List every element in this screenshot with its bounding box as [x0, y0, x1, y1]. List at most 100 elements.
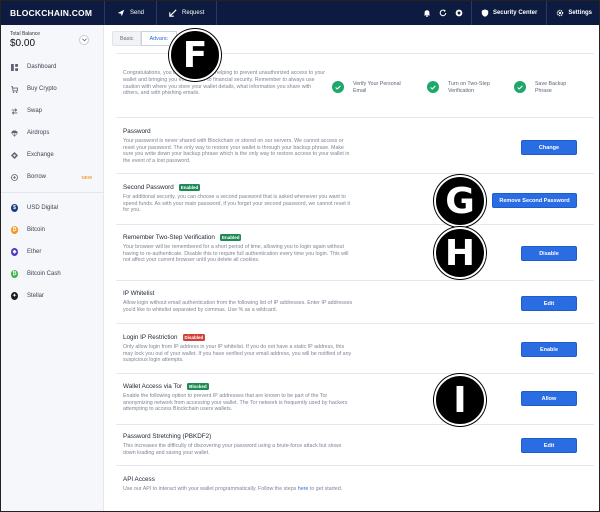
section-description: Only allow login from IP address in your… [123, 344, 352, 364]
step-label: Verify Your Personal Email [353, 81, 401, 94]
section-description: Use our API to interact with your wallet… [123, 486, 343, 492]
topbar-divider [216, 1, 218, 25]
section-login-ip-restriction: Login IP Restriction Disabled Only allow… [123, 334, 589, 364]
section-divider [116, 465, 594, 466]
sidebar-item-label: Airdrops [27, 130, 50, 136]
section-divider [116, 224, 594, 225]
checkmark-icon [332, 81, 344, 93]
settings-button[interactable]: Settings [547, 1, 599, 25]
sidebar-item-label: Bitcoin Cash [27, 271, 61, 277]
sidebar-item-stellar[interactable]: ✦ Stellar [1, 289, 104, 303]
sidebar-divider [1, 192, 104, 193]
sidebar-item-airdrops[interactable]: Airdrops [1, 126, 104, 140]
sidebar-item-borrow[interactable]: Borrow NEW [1, 170, 104, 184]
section-wallet-access-tor: Wallet Access via Tor Blocked Enable the… [123, 383, 589, 413]
marker-h: H [434, 227, 486, 279]
exchange-icon [11, 151, 18, 159]
balance-panel: Total Balance $0.00 [1, 25, 103, 49]
step-verify-email: Verify Your Personal Email [332, 81, 402, 94]
parachute-icon [11, 129, 18, 137]
shield-icon [481, 9, 489, 17]
security-tabs: Basic Advanc [112, 31, 178, 46]
edit-ip-whitelist-button[interactable]: Edit [521, 296, 577, 311]
gear-icon [557, 9, 564, 17]
request-icon [169, 9, 177, 17]
sidebar-item-label: Swap [27, 108, 43, 114]
allow-tor-button[interactable]: Allow [521, 391, 577, 406]
tab-basic[interactable]: Basic [112, 31, 142, 46]
refresh-icon[interactable] [439, 9, 447, 17]
sidebar-item-bitcoin-cash[interactable]: ₿ Bitcoin Cash [1, 267, 104, 281]
send-button[interactable]: Send [105, 1, 156, 25]
status-badge: Enabled [178, 184, 201, 191]
section-title: Login IP Restriction [123, 334, 178, 341]
section-title: IP Whitelist [123, 290, 155, 297]
bitcoin-icon: ₿ [11, 226, 18, 234]
dashboard-icon [11, 63, 18, 71]
status-badge: Disabled [182, 334, 206, 341]
edit-pbkdf2-button[interactable]: Edit [521, 438, 577, 453]
settings-label: Settings [568, 10, 592, 16]
sidebar-item-label: Dashboard [27, 64, 57, 70]
section-title: Second Password [123, 184, 174, 191]
send-label: Send [130, 10, 145, 16]
section-divider [116, 373, 594, 374]
section-divider [116, 117, 594, 118]
security-center-label: Security Center [492, 10, 538, 16]
balance-dropdown-toggle[interactable] [79, 35, 89, 45]
topbar-right: Security Center Settings [423, 1, 599, 25]
section-remember-two-step: Remember Two-Step Verification Enabled Y… [123, 234, 589, 264]
logo: BLOCKCHAIN.COM [10, 8, 93, 18]
checkmark-icon [514, 81, 526, 93]
status-badge: Enabled [219, 234, 242, 241]
bell-icon[interactable] [423, 9, 431, 17]
section-description: This increases the difficulty of discove… [123, 443, 342, 456]
step-backup-phrase: Save Backup Phrase [514, 81, 584, 94]
stellar-icon: ✦ [11, 292, 18, 300]
sidebar-item-usd-digital[interactable]: $ USD Digital [1, 201, 104, 215]
sidebar-item-bitcoin[interactable]: ₿ Bitcoin [1, 223, 104, 237]
bitcoin-cash-icon: ₿ [11, 270, 18, 278]
marker-g: G [434, 175, 486, 227]
step-label: Turn on Two-Step Verification [448, 81, 490, 94]
status-badge: Blocked [187, 383, 209, 390]
section-description: Your browser will be remembered for a sh… [123, 244, 349, 264]
section-title: Wallet Access via Tor [123, 383, 183, 390]
remove-second-password-button[interactable]: Remove Second Password [492, 193, 577, 208]
security-center-button[interactable]: Security Center [472, 1, 546, 25]
top-bar: BLOCKCHAIN.COM Send Request Security Cen… [1, 1, 599, 25]
swap-icon [11, 107, 18, 115]
marker-f: F [169, 29, 221, 81]
borrow-icon [11, 173, 18, 181]
intro-text: Congratulations, you the initial steps i… [123, 70, 325, 97]
change-password-button[interactable]: Change [521, 140, 577, 155]
disable-remember-button[interactable]: Disable [521, 246, 577, 261]
marker-i: I [434, 374, 486, 426]
sidebar-item-dashboard[interactable]: Dashboard [1, 60, 104, 74]
section-divider [116, 424, 594, 425]
section-title: Remember Two-Step Verification [123, 234, 215, 241]
section-divider [116, 280, 594, 281]
help-icon[interactable] [455, 9, 463, 17]
new-badge: NEW [81, 174, 93, 180]
api-docs-link[interactable]: here [298, 486, 309, 492]
sidebar-item-label: Borrow [27, 174, 47, 180]
section-divider [116, 173, 594, 174]
sidebar-item-buy-crypto[interactable]: Buy Crypto [1, 82, 104, 96]
sidebar-item-ether[interactable]: ◆ Ether [1, 245, 104, 259]
section-title: Password Stretching (PBKDF2) [123, 433, 212, 440]
chevron-down-icon [81, 38, 87, 42]
send-icon [117, 9, 125, 17]
sidebar-item-label: Buy Crypto [27, 86, 57, 92]
request-label: Request [182, 10, 205, 16]
sidebar-item-label: Ether [27, 249, 42, 255]
request-button[interactable]: Request [157, 1, 216, 25]
checkmark-icon [427, 81, 439, 93]
ether-icon: ◆ [11, 248, 18, 256]
section-second-password: Second Password Enabled For additional s… [123, 184, 589, 214]
section-api-access: API Access Use our API to interact with … [123, 476, 589, 493]
sidebar-item-exchange[interactable]: Exchange [1, 148, 104, 162]
enable-ip-restriction-button[interactable]: Enable [521, 342, 577, 357]
sidebar-item-swap[interactable]: Swap [1, 104, 104, 118]
section-description: For additional security, you can choose … [123, 194, 351, 214]
